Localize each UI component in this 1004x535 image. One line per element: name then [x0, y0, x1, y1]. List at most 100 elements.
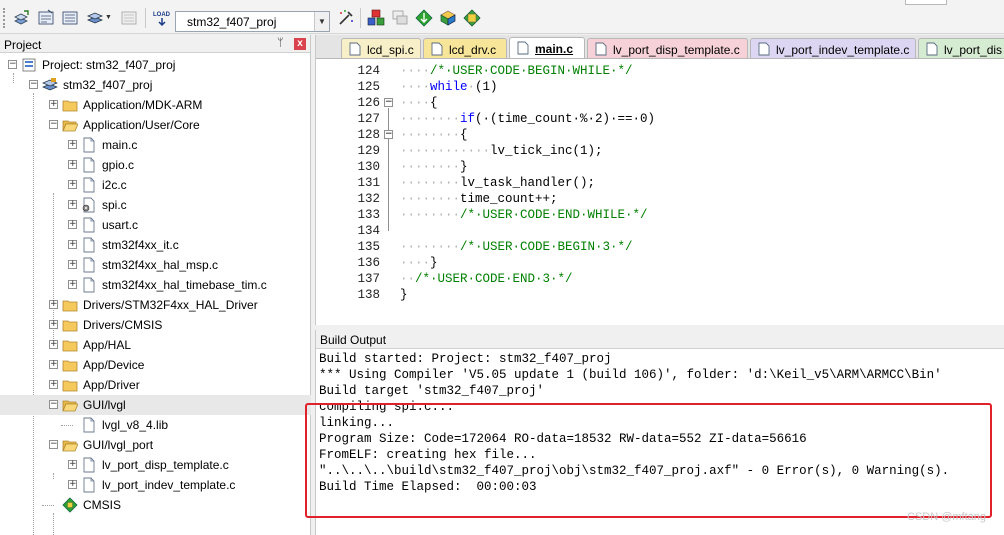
- editor-tab[interactable]: lv_port_disp_template.c: [587, 38, 748, 58]
- toolbar-search-box[interactable]: [905, 0, 947, 5]
- code-line[interactable]: 126− ····{: [316, 95, 1004, 111]
- expand-icon[interactable]: +: [49, 340, 58, 349]
- code-whitespace: ············: [400, 144, 491, 158]
- batch-build-icon[interactable]: [86, 9, 104, 27]
- tree-item[interactable]: + App/HAL: [0, 335, 311, 355]
- expand-icon[interactable]: +: [68, 480, 77, 489]
- tree-item[interactable]: + Application/MDK-ARM: [0, 95, 311, 115]
- tree-item[interactable]: + lv_port_disp_template.c: [0, 455, 311, 475]
- translate-icon[interactable]: [12, 9, 30, 27]
- expand-icon[interactable]: +: [49, 380, 58, 389]
- tree-item[interactable]: lvgl_v8_4.lib: [0, 415, 311, 435]
- tree-item[interactable]: − Application/User/Core: [0, 115, 311, 135]
- tree-item-label: GUI/lvgl_port: [83, 438, 154, 452]
- code-line[interactable]: 131 ········lv_task_handler();: [316, 175, 1004, 191]
- run-time-environment-icon[interactable]: [463, 9, 481, 27]
- toolbar-separator: [145, 8, 146, 28]
- rebuild-icon[interactable]: [61, 9, 79, 27]
- expand-icon[interactable]: +: [68, 240, 77, 249]
- expand-icon[interactable]: +: [49, 360, 58, 369]
- expand-icon[interactable]: +: [68, 220, 77, 229]
- editor-tab[interactable]: lcd_drv.c: [423, 38, 507, 58]
- code-line[interactable]: 138}: [316, 287, 1004, 303]
- tree-item[interactable]: + Drivers/STM32F4xx_HAL_Driver: [0, 295, 311, 315]
- code-line[interactable]: 132 ········time_count++;: [316, 191, 1004, 207]
- batch-dropdown-arrow[interactable]: ▼: [105, 14, 112, 21]
- tree-item[interactable]: + i2c.c: [0, 175, 311, 195]
- tree-item[interactable]: + main.c: [0, 135, 311, 155]
- tree-item[interactable]: + App/Driver: [0, 375, 311, 395]
- editor-tab[interactable]: main.c: [509, 37, 585, 58]
- code-line[interactable]: 136 ····}: [316, 255, 1004, 271]
- stop-build-icon[interactable]: [120, 9, 138, 27]
- code-line[interactable]: 127 ········if(·(time_count·%·2)·==·0): [316, 111, 1004, 127]
- toolbar-grip[interactable]: [3, 8, 5, 28]
- code-token: time_count++;: [460, 192, 558, 206]
- expand-icon[interactable]: +: [49, 300, 58, 309]
- chevron-down-icon[interactable]: ▼: [314, 12, 329, 31]
- code-line[interactable]: 135 ········/*·USER·CODE·BEGIN·3·*/: [316, 239, 1004, 255]
- tree-item[interactable]: − stm32_f407_proj: [0, 75, 311, 95]
- tree-item[interactable]: + stm32f4xx_it.c: [0, 235, 311, 255]
- collapse-icon[interactable]: −: [49, 400, 58, 409]
- code-line[interactable]: 133 ········/*·USER·CODE·END·WHILE·*/: [316, 207, 1004, 223]
- expand-icon[interactable]: +: [68, 180, 77, 189]
- expand-icon[interactable]: +: [68, 200, 77, 209]
- manage-packs-icon[interactable]: [391, 9, 409, 27]
- code-line[interactable]: 124 ····/*·USER·CODE·BEGIN·WHILE·*/: [316, 63, 1004, 79]
- tree-item[interactable]: + App/Device: [0, 355, 311, 375]
- expand-icon[interactable]: +: [68, 260, 77, 269]
- tree-item[interactable]: + usart.c: [0, 215, 311, 235]
- manage-components-icon[interactable]: [367, 9, 385, 27]
- tree-item[interactable]: − GUI/lvgl_port: [0, 435, 311, 455]
- expand-icon[interactable]: +: [49, 100, 58, 109]
- code-token: }: [400, 288, 408, 302]
- code-line[interactable]: 129 ············lv_tick_inc(1);: [316, 143, 1004, 159]
- tree-item[interactable]: + gpio.c: [0, 155, 311, 175]
- expand-icon[interactable]: +: [68, 160, 77, 169]
- tree-item[interactable]: + stm32f4xx_hal_timebase_tim.c: [0, 275, 311, 295]
- tree-item[interactable]: CMSIS: [0, 495, 311, 515]
- editor-tab-label: lcd_spi.c: [367, 43, 414, 57]
- target-select[interactable]: stm32_f407_proj ▼: [175, 11, 330, 32]
- code-token: {: [460, 128, 468, 142]
- expand-icon[interactable]: +: [68, 280, 77, 289]
- collapse-icon[interactable]: −: [8, 60, 17, 69]
- collapse-icon[interactable]: −: [49, 120, 58, 129]
- code-whitespace: ········: [400, 160, 461, 174]
- collapse-icon[interactable]: −: [384, 130, 393, 139]
- load-icon[interactable]: LOAD: [152, 9, 172, 27]
- tree-item[interactable]: + Drivers/CMSIS: [0, 315, 311, 335]
- close-icon[interactable]: x: [294, 38, 306, 50]
- folder-icon: [62, 380, 78, 392]
- tree-item[interactable]: + spi.c: [0, 195, 311, 215]
- tree-item[interactable]: − GUI/lvgl: [0, 395, 311, 415]
- build-icon[interactable]: [37, 9, 55, 27]
- editor-tab[interactable]: lcd_spi.c: [341, 38, 421, 58]
- collapse-icon[interactable]: −: [384, 98, 393, 107]
- code-line[interactable]: 134: [316, 223, 1004, 239]
- editor-tab[interactable]: lv_port_indev_template.c: [750, 38, 916, 58]
- tree-item[interactable]: + lv_port_indev_template.c: [0, 475, 311, 495]
- options-for-target-icon[interactable]: [337, 9, 355, 27]
- code-line[interactable]: 130 ········}: [316, 159, 1004, 175]
- expand-icon[interactable]: +: [68, 140, 77, 149]
- line-number: 132: [357, 192, 380, 206]
- editor-tab[interactable]: lv_port_dis: [918, 38, 1004, 58]
- tree-item[interactable]: − Project: stm32_f407_proj: [0, 55, 311, 75]
- code-token: lv_tick_inc(1);: [490, 144, 603, 158]
- expand-icon[interactable]: +: [68, 460, 77, 469]
- pin-icon[interactable]: ᛘ: [277, 37, 284, 49]
- pack-installer-icon[interactable]: [415, 9, 433, 27]
- collapse-icon[interactable]: −: [29, 80, 38, 89]
- toolbar-separator: [360, 8, 361, 28]
- select-software-packs-icon[interactable]: [439, 9, 457, 27]
- code-editor[interactable]: 124 ····/*·USER·CODE·BEGIN·WHILE·*/125 ···…: [316, 60, 1004, 325]
- build-output-header: Build Output: [316, 330, 1004, 349]
- tree-item[interactable]: + stm32f4xx_hal_msp.c: [0, 255, 311, 275]
- collapse-icon[interactable]: −: [49, 440, 58, 449]
- code-line[interactable]: 125 ····while·(1): [316, 79, 1004, 95]
- code-line[interactable]: 128− ········{: [316, 127, 1004, 143]
- expand-icon[interactable]: +: [49, 320, 58, 329]
- code-line[interactable]: 137 ··/*·USER·CODE·END·3·*/: [316, 271, 1004, 287]
